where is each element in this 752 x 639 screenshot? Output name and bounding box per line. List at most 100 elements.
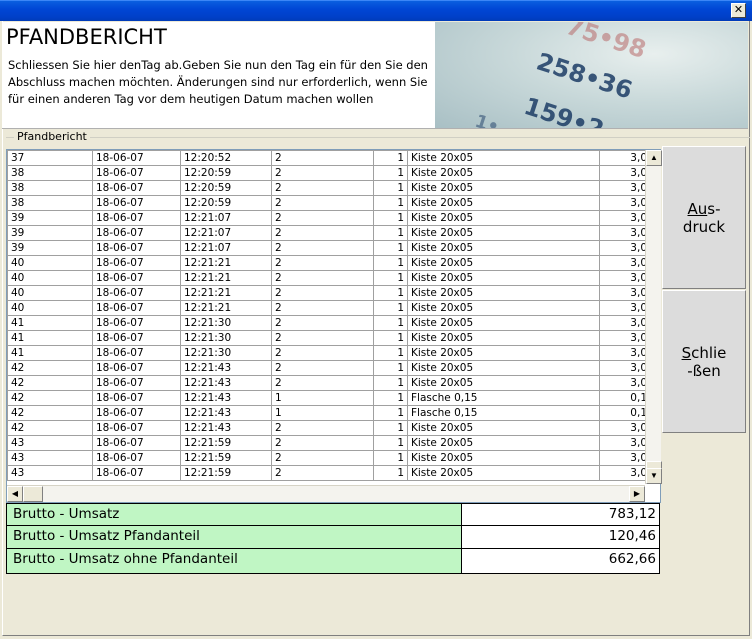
table-row[interactable]: 43 18-06-07 12:21:59 2 1 Kiste 20x05 3,0 bbox=[7, 435, 648, 451]
cell-id[interactable]: 42 bbox=[7, 375, 93, 391]
cell-id[interactable]: 42 bbox=[7, 405, 93, 421]
table-row[interactable]: 42 18-06-07 12:21:43 2 1 Kiste 20x05 3,0 bbox=[7, 420, 648, 436]
cell-time[interactable]: 12:21:21 bbox=[180, 300, 272, 316]
scroll-down-button[interactable]: ▼ bbox=[646, 468, 662, 484]
cell-amount[interactable]: 0,1 bbox=[599, 390, 648, 406]
cell-amount[interactable]: 3,0 bbox=[599, 360, 648, 376]
cell-id[interactable]: 39 bbox=[7, 210, 93, 226]
cell-article[interactable]: Kiste 20x05 bbox=[407, 435, 600, 451]
cell-qty[interactable]: 1 bbox=[373, 210, 408, 226]
cell-code[interactable]: 2 bbox=[271, 255, 374, 271]
cell-time[interactable]: 12:21:07 bbox=[180, 225, 272, 241]
cell-date[interactable]: 18-06-07 bbox=[92, 330, 181, 346]
cell-id[interactable]: 42 bbox=[7, 420, 93, 436]
cell-date[interactable]: 18-06-07 bbox=[92, 315, 181, 331]
cell-id[interactable]: 41 bbox=[7, 315, 93, 331]
cell-code[interactable]: 2 bbox=[271, 375, 374, 391]
cell-code[interactable]: 2 bbox=[271, 195, 374, 211]
cell-id[interactable]: 38 bbox=[7, 180, 93, 196]
horizontal-scroll-thumb[interactable] bbox=[23, 486, 43, 502]
cell-id[interactable]: 40 bbox=[7, 300, 93, 316]
scroll-right-button[interactable]: ▶ bbox=[629, 486, 645, 502]
cell-qty[interactable]: 1 bbox=[373, 315, 408, 331]
cell-id[interactable]: 42 bbox=[7, 390, 93, 406]
table-row[interactable]: 42 18-06-07 12:21:43 1 1 Flasche 0,15 0,1 bbox=[7, 390, 648, 406]
scroll-left-button[interactable]: ◀ bbox=[7, 486, 23, 502]
cell-id[interactable]: 39 bbox=[7, 225, 93, 241]
cell-code[interactable]: 2 bbox=[271, 345, 374, 361]
table-row[interactable]: 37 18-06-07 12:20:52 2 1 Kiste 20x05 3,0 bbox=[7, 150, 648, 166]
table-row[interactable]: 43 18-06-07 12:21:59 2 1 Kiste 20x05 3,0 bbox=[7, 465, 648, 481]
cell-code[interactable]: 2 bbox=[271, 285, 374, 301]
cell-code[interactable]: 2 bbox=[271, 450, 374, 466]
cell-amount[interactable]: 3,0 bbox=[599, 330, 648, 346]
cell-date[interactable]: 18-06-07 bbox=[92, 420, 181, 436]
cell-id[interactable]: 38 bbox=[7, 165, 93, 181]
cell-time[interactable]: 12:21:30 bbox=[180, 345, 272, 361]
cell-code[interactable]: 1 bbox=[271, 390, 374, 406]
cell-date[interactable]: 18-06-07 bbox=[92, 405, 181, 421]
table-row[interactable]: 40 18-06-07 12:21:21 2 1 Kiste 20x05 3,0 bbox=[7, 270, 648, 286]
cell-id[interactable]: 40 bbox=[7, 255, 93, 271]
cell-code[interactable]: 2 bbox=[271, 330, 374, 346]
table-row[interactable]: 41 18-06-07 12:21:30 2 1 Kiste 20x05 3,0 bbox=[7, 345, 648, 361]
cell-article[interactable]: Kiste 20x05 bbox=[407, 195, 600, 211]
table-row[interactable]: 38 18-06-07 12:20:59 2 1 Kiste 20x05 3,0 bbox=[7, 180, 648, 196]
table-row[interactable]: 42 18-06-07 12:21:43 2 1 Kiste 20x05 3,0 bbox=[7, 360, 648, 376]
cell-date[interactable]: 18-06-07 bbox=[92, 465, 181, 481]
cell-id[interactable]: 40 bbox=[7, 270, 93, 286]
cell-article[interactable]: Kiste 20x05 bbox=[407, 255, 600, 271]
cell-time[interactable]: 12:21:30 bbox=[180, 315, 272, 331]
cell-article[interactable]: Kiste 20x05 bbox=[407, 210, 600, 226]
table-row[interactable]: 40 18-06-07 12:21:21 2 1 Kiste 20x05 3,0 bbox=[7, 285, 648, 301]
cell-date[interactable]: 18-06-07 bbox=[92, 285, 181, 301]
cell-article[interactable]: Kiste 20x05 bbox=[407, 450, 600, 466]
cell-time[interactable]: 12:21:59 bbox=[180, 465, 272, 481]
cell-time[interactable]: 12:21:21 bbox=[180, 255, 272, 271]
cell-amount[interactable]: 3,0 bbox=[599, 195, 648, 211]
cell-date[interactable]: 18-06-07 bbox=[92, 375, 181, 391]
cell-date[interactable]: 18-06-07 bbox=[92, 180, 181, 196]
cell-qty[interactable]: 1 bbox=[373, 180, 408, 196]
cell-article[interactable]: Kiste 20x05 bbox=[407, 150, 600, 166]
cell-article[interactable]: Kiste 20x05 bbox=[407, 420, 600, 436]
cell-qty[interactable]: 1 bbox=[373, 375, 408, 391]
cell-time[interactable]: 12:20:59 bbox=[180, 165, 272, 181]
cell-time[interactable]: 12:21:43 bbox=[180, 420, 272, 436]
cell-amount[interactable]: 3,0 bbox=[599, 465, 648, 481]
scroll-up-button[interactable]: ▲ bbox=[646, 150, 662, 166]
cell-code[interactable]: 2 bbox=[271, 435, 374, 451]
cell-qty[interactable]: 1 bbox=[373, 225, 408, 241]
cell-article[interactable]: Kiste 20x05 bbox=[407, 300, 600, 316]
cell-qty[interactable]: 1 bbox=[373, 360, 408, 376]
cell-amount[interactable]: 3,0 bbox=[599, 225, 648, 241]
table-row[interactable]: 39 18-06-07 12:21:07 2 1 Kiste 20x05 3,0 bbox=[7, 210, 648, 226]
cell-date[interactable]: 18-06-07 bbox=[92, 195, 181, 211]
cell-amount[interactable]: 3,0 bbox=[599, 285, 648, 301]
cell-date[interactable]: 18-06-07 bbox=[92, 345, 181, 361]
cell-amount[interactable]: 3,0 bbox=[599, 315, 648, 331]
cell-amount[interactable]: 3,0 bbox=[599, 270, 648, 286]
cell-amount[interactable]: 3,0 bbox=[599, 210, 648, 226]
cell-article[interactable]: Kiste 20x05 bbox=[407, 225, 600, 241]
cell-amount[interactable]: 3,0 bbox=[599, 165, 648, 181]
cell-article[interactable]: Kiste 20x05 bbox=[407, 360, 600, 376]
cell-id[interactable]: 41 bbox=[7, 345, 93, 361]
cell-time[interactable]: 12:21:21 bbox=[180, 270, 272, 286]
pfand-grid[interactable]: 37 18-06-07 12:20:52 2 1 Kiste 20x05 3,0 38 18-0… bbox=[6, 149, 662, 503]
cell-qty[interactable]: 1 bbox=[373, 165, 408, 181]
cell-code[interactable]: 2 bbox=[271, 150, 374, 166]
cell-code[interactable]: 2 bbox=[271, 210, 374, 226]
cell-id[interactable]: 37 bbox=[7, 150, 93, 166]
cell-date[interactable]: 18-06-07 bbox=[92, 150, 181, 166]
cell-qty[interactable]: 1 bbox=[373, 390, 408, 406]
cell-amount[interactable]: 3,0 bbox=[599, 150, 648, 166]
cell-amount[interactable]: 3,0 bbox=[599, 180, 648, 196]
table-row[interactable]: 43 18-06-07 12:21:59 2 1 Kiste 20x05 3,0 bbox=[7, 450, 648, 466]
cell-code[interactable]: 2 bbox=[271, 420, 374, 436]
cell-id[interactable]: 39 bbox=[7, 240, 93, 256]
cell-amount[interactable]: 3,0 bbox=[599, 300, 648, 316]
cell-time[interactable]: 12:21:21 bbox=[180, 285, 272, 301]
cell-qty[interactable]: 1 bbox=[373, 255, 408, 271]
cell-date[interactable]: 18-06-07 bbox=[92, 255, 181, 271]
